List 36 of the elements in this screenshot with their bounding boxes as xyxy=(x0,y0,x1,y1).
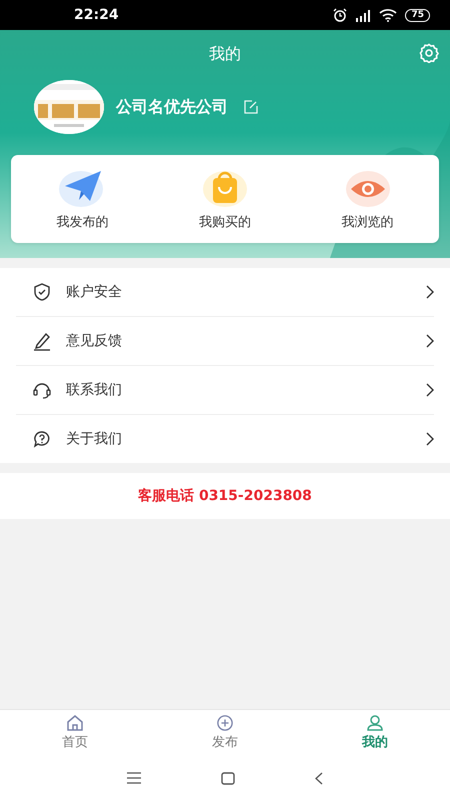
shield-icon xyxy=(32,282,52,302)
chevron-right-icon xyxy=(426,432,434,446)
chevron-right-icon xyxy=(426,285,434,299)
menu-item[interactable]: 联系我们 xyxy=(66,381,426,399)
paper-plane-icon xyxy=(59,169,106,207)
shortcut-label[interactable]: 我浏览的 xyxy=(342,213,394,231)
company-name: 公司名优先公司 xyxy=(116,96,228,118)
settings-icon[interactable] xyxy=(419,43,439,63)
chevron-right-icon xyxy=(426,334,434,348)
pencil-icon xyxy=(32,331,52,351)
menu-icon[interactable] xyxy=(127,772,141,784)
person-icon xyxy=(366,715,384,731)
plus-circle-icon xyxy=(216,715,234,731)
home-button-icon[interactable] xyxy=(221,772,235,784)
shopping-bag-icon xyxy=(202,169,248,207)
eye-icon xyxy=(344,169,391,207)
home-icon xyxy=(66,715,84,731)
question-icon xyxy=(32,429,52,449)
page-title: 我的 xyxy=(209,44,241,64)
menu-item[interactable]: 关于我们 xyxy=(66,430,426,448)
signal-icon xyxy=(355,8,372,22)
chevron-right-icon xyxy=(426,383,434,397)
menu-item[interactable]: 账户安全 xyxy=(66,283,426,301)
battery-icon: 75 xyxy=(405,8,430,22)
tab-item[interactable]: 发布 xyxy=(150,710,300,756)
status-time: 22:24 xyxy=(74,7,120,23)
tab-item[interactable]: 我的 xyxy=(300,710,450,756)
menu-item[interactable]: 意见反馈 xyxy=(66,332,426,350)
alarm-icon xyxy=(333,8,348,22)
edit-icon[interactable] xyxy=(244,100,258,114)
wifi-icon xyxy=(379,8,398,22)
shortcut-label[interactable]: 我购买的 xyxy=(199,213,251,231)
service-phone[interactable]: 客服电话 0315-2023808 xyxy=(138,487,312,505)
shortcut-label[interactable]: 我发布的 xyxy=(56,213,108,231)
tab-item[interactable]: 首页 xyxy=(0,710,150,756)
back-icon[interactable] xyxy=(315,772,323,784)
